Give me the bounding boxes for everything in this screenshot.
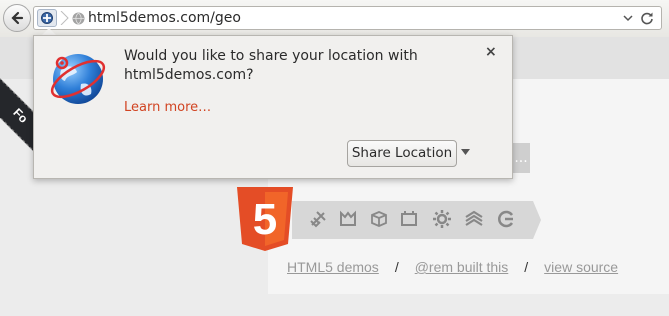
globe-location-icon [50, 54, 106, 104]
geolocation-popup: Would you like to share your location wi… [33, 35, 513, 179]
footer-separator: / [394, 259, 399, 275]
html5-logo: 5 [237, 187, 293, 251]
truncated-button-label: ... [514, 150, 528, 166]
footer-separator: / [524, 259, 529, 275]
chevron-right-icon [60, 11, 69, 25]
chevron-down-icon[interactable] [623, 15, 633, 22]
3d-effects-icon[interactable] [337, 208, 359, 230]
learn-more-link[interactable]: Learn more… [124, 100, 211, 115]
crosshair-icon [41, 12, 53, 24]
close-icon[interactable]: × [485, 44, 497, 60]
connectivity-icon[interactable] [307, 208, 329, 230]
reload-icon[interactable] [640, 11, 654, 25]
device-access-icon[interactable] [368, 208, 390, 230]
multimedia-icon[interactable] [398, 208, 420, 230]
rem-built-this-link[interactable]: @rem built this [415, 259, 509, 275]
truncated-button[interactable]: ... [512, 143, 530, 173]
semantics-icon[interactable] [463, 208, 485, 230]
back-arrow-icon [11, 11, 24, 25]
html5-demos-link[interactable]: HTML5 demos [287, 259, 379, 275]
ribbon-label: Fo [10, 105, 31, 126]
share-location-button[interactable]: Share Location [347, 140, 457, 167]
url-bar[interactable]: html5demos.com/geo [33, 6, 662, 30]
footer-links: HTML5 demos / @rem built this / view source [287, 259, 618, 275]
html5-logo-text: 5 [253, 195, 277, 244]
globe-icon [72, 12, 85, 25]
performance-icon[interactable] [431, 208, 453, 230]
geolocation-identity-button[interactable] [37, 9, 57, 27]
url-text[interactable]: html5demos.com/geo [88, 10, 241, 26]
view-source-link[interactable]: view source [544, 259, 618, 275]
browser-toolbar: html5demos.com/geo [0, 0, 669, 38]
back-button[interactable] [3, 4, 31, 32]
dropdown-arrow-icon[interactable] [461, 149, 470, 155]
popup-message: Would you like to share your location wi… [124, 48, 418, 83]
css3-styling-icon[interactable] [495, 208, 517, 230]
